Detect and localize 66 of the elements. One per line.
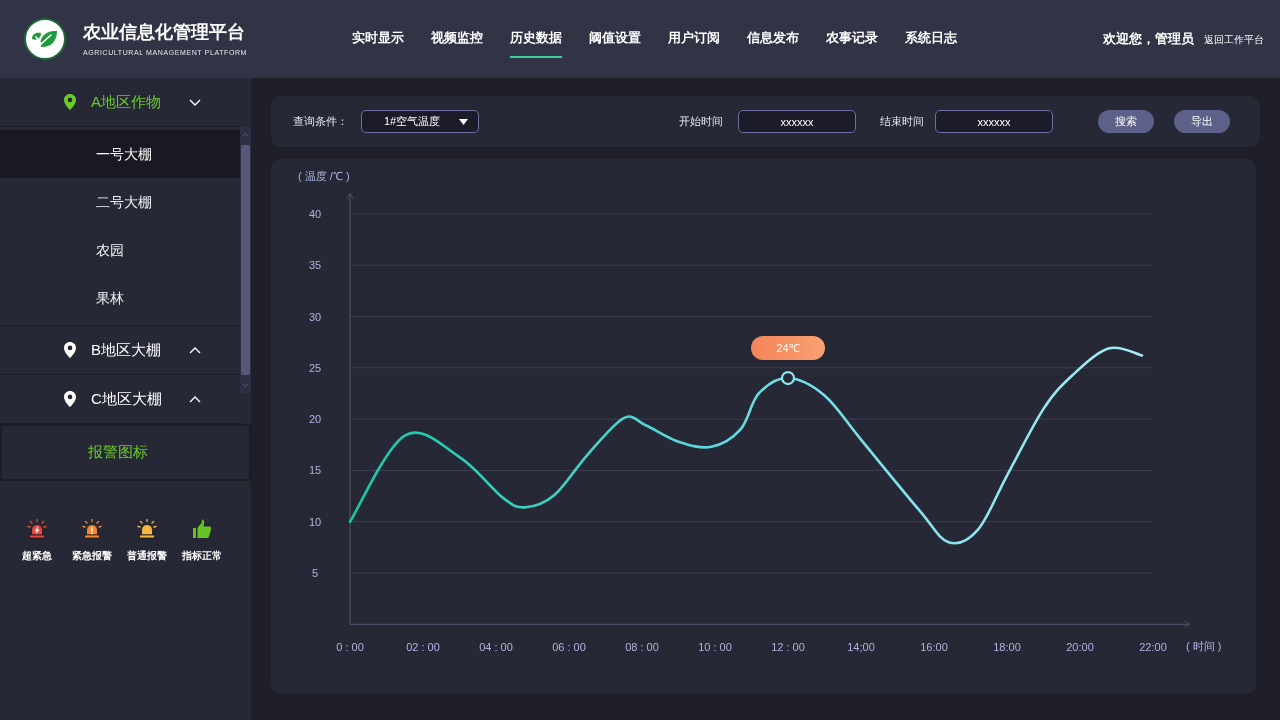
search-button[interactable]: 搜索 <box>1098 110 1154 133</box>
axis-arrowhead <box>346 192 354 199</box>
legend-label: 超紧急 <box>21 550 52 562</box>
export-button[interactable]: 导出 <box>1174 110 1230 133</box>
end-time-label: 结束时间 <box>880 114 924 130</box>
x-tick-label: 02 : 00 <box>406 641 440 654</box>
x-tick-label: 0 : 00 <box>336 641 364 654</box>
nav-tab[interactable]: 阈值设置 <box>589 31 641 58</box>
sidebar-item[interactable]: 一号大棚 <box>0 130 240 178</box>
nav-tab[interactable]: 视频监控 <box>431 31 483 58</box>
start-time-field[interactable]: xxxxxx <box>738 110 856 133</box>
y-tick-label: 15 <box>308 464 322 477</box>
location-pin-icon <box>64 391 76 407</box>
leaf-logo-icon <box>24 18 66 60</box>
value-tooltip: 24℃ <box>751 336 825 361</box>
sensor-dropdown[interactable]: 1#空气温度 <box>361 110 479 133</box>
legend-label: 普通报警 <box>126 550 167 562</box>
app-title: 农业信息化管理平台 <box>83 21 246 42</box>
location-pin-icon <box>64 94 76 110</box>
scroll-up-icon[interactable] <box>242 133 249 137</box>
y-tick-label: 35 <box>308 259 322 272</box>
x-tick-label: 08 : 00 <box>625 641 659 654</box>
y-tick-label: 5 <box>311 567 319 579</box>
legend-header: 报警图标 <box>0 424 251 481</box>
sidebar-item[interactable]: 果林 <box>0 274 240 322</box>
y-tick-label: 25 <box>308 361 322 374</box>
x-tick-label: 18:00 <box>993 641 1021 654</box>
axis-arrowhead <box>1184 620 1190 628</box>
x-tick-label: 14;00 <box>847 641 875 654</box>
sidebar-group[interactable]: A地区作物 <box>0 78 240 127</box>
x-tick-label: 12 : 00 <box>771 641 805 654</box>
scroll-down-icon[interactable] <box>242 383 249 387</box>
annotation: 24℃ <box>776 342 800 355</box>
x-tick-label: 20:00 <box>1066 641 1094 654</box>
location-pin-icon <box>64 342 76 358</box>
y-tick-label: 20 <box>308 413 322 426</box>
point-marker-icon <box>780 370 796 386</box>
nav-tab[interactable]: 农事记录 <box>826 31 878 58</box>
legend-label: 紧急报警 <box>71 550 112 562</box>
scrollbar-track[interactable] <box>240 127 251 393</box>
nav-tab[interactable]: 历史数据 <box>510 31 562 58</box>
start-time-label: 开始时间 <box>679 114 723 130</box>
nav-tab[interactable]: 实时显示 <box>352 31 404 58</box>
x-axis-title: ( 时间 ) <box>1186 640 1222 653</box>
x-tick-label: 16:00 <box>920 641 948 654</box>
caret-down-icon <box>459 118 468 125</box>
x-tick-label: 22:00 <box>1139 641 1167 654</box>
y-axis-title: ( 温度 /℃ ) <box>298 170 350 182</box>
nav-tab[interactable]: 用户订阅 <box>668 31 720 58</box>
y-tick-label: 10 <box>308 515 322 528</box>
sidebar-item[interactable]: 农园 <box>0 226 240 274</box>
back-to-workbench-link[interactable]: 返回工作平台 <box>1204 31 1264 47</box>
x-tick-label: 06 : 00 <box>552 641 586 654</box>
welcome-text: 欢迎您，管理员 <box>1103 30 1194 49</box>
legend-label: 指标正常 <box>181 550 222 562</box>
nav-tab[interactable]: 信息发布 <box>747 31 799 58</box>
scrollbar-thumb[interactable] <box>241 145 250 375</box>
sidebar-group[interactable]: C地区大棚 <box>0 375 240 424</box>
x-tick-label: 04 : 00 <box>479 641 513 654</box>
y-tick-label: 40 <box>308 207 322 220</box>
nav-tab[interactable]: 系统日志 <box>905 31 957 58</box>
sidebar-item[interactable]: 二号大棚 <box>0 178 240 226</box>
query-condition-label: 查询条件： <box>293 114 348 130</box>
y-tick-label: 30 <box>308 310 322 323</box>
x-tick-label: 10 : 00 <box>698 641 732 654</box>
end-time-field[interactable]: xxxxxx <box>935 110 1053 133</box>
